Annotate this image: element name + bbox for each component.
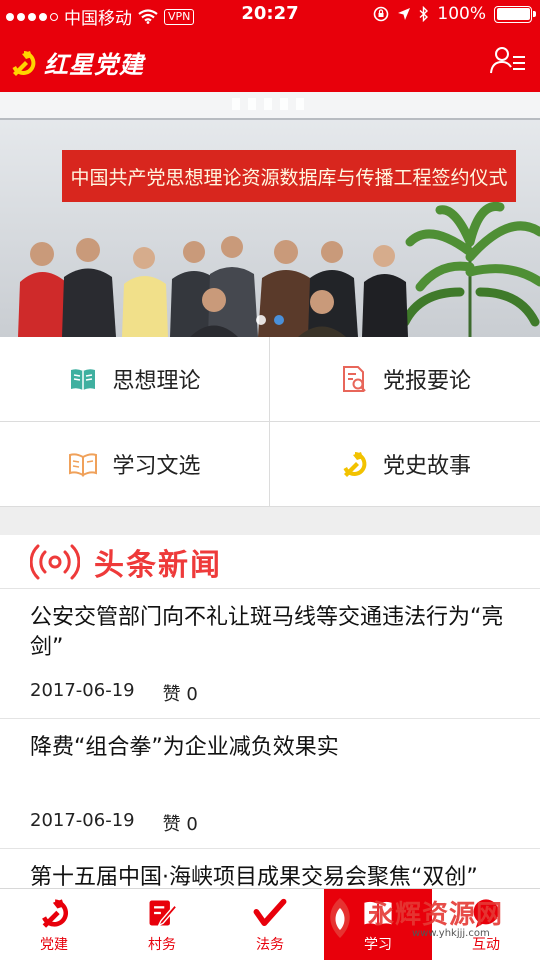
banner-photo: 中国共产党思想理论资源数据库与传播工程签约仪式 (0, 92, 540, 337)
category-theory[interactable]: 思想理论 (0, 337, 270, 422)
news-date: 2017-06-19 (30, 680, 135, 701)
battery-icon (494, 5, 536, 23)
book-icon (71, 369, 96, 390)
headline-news-header: 头条新闻 (0, 535, 540, 589)
banner-sign-text: 中国共产党思想理论资源数据库与传播工程签约仪式 (70, 167, 507, 189)
open-book-icon (69, 453, 98, 477)
tab-party-building[interactable]: 党建 (0, 889, 108, 960)
news-meta: 2017-06-19 赞 0 (30, 810, 198, 836)
party-emblem-icon (343, 452, 367, 477)
carousel-dots[interactable] (0, 315, 540, 325)
news-likes[interactable]: 赞 0 (163, 810, 198, 836)
news-meta: 2017-06-19 赞 0 (30, 680, 198, 706)
edit-note-icon (149, 900, 178, 927)
tab-label: 法务 (256, 937, 284, 953)
app-title: 红星党建 (44, 51, 144, 79)
document-search-icon (342, 366, 366, 392)
category-label: 党史故事 (382, 454, 471, 479)
carousel-dot-active[interactable] (274, 315, 284, 325)
news-date: 2017-06-19 (30, 810, 135, 831)
tab-label: 学习 (364, 937, 392, 953)
chat-icon (473, 899, 499, 928)
tab-label: 村务 (148, 937, 176, 953)
news-likes[interactable]: 赞 0 (163, 680, 198, 706)
category-party-papers[interactable]: 党报要论 (270, 337, 540, 422)
tab-interaction[interactable]: 互动 (432, 889, 540, 960)
user-menu-icon[interactable] (490, 44, 526, 76)
carousel-dot[interactable] (256, 315, 266, 325)
category-study-selection[interactable]: 学习文选 (0, 422, 270, 507)
news-item[interactable]: 公安交管部门向不礼让斑马线等交通违法行为“亮剑” 2017-06-19 赞 0 (0, 589, 540, 719)
headline-news-title: 头条新闻 (94, 547, 222, 583)
orientation-lock-icon (374, 6, 389, 22)
category-label: 党报要论 (382, 369, 471, 394)
bottom-tab-bar: 党建 村务 法务 学习 互动 (0, 888, 540, 960)
party-emblem-icon (42, 899, 69, 928)
section-divider (0, 507, 540, 535)
battery-fill (496, 8, 530, 20)
study-icon (364, 901, 392, 926)
category-label: 学习文选 (112, 454, 201, 479)
tab-study[interactable]: 学习 (324, 889, 432, 960)
news-title: 降费“组合拳”为企业减负效果实 (30, 735, 339, 760)
gavel-icon (253, 898, 287, 927)
tab-label: 党建 (40, 937, 68, 953)
status-bar: 中国移动 VPN 20:27 100% (0, 0, 540, 30)
category-grid: 思想理论 党报要论 学习文选 党史故事 (0, 337, 540, 507)
news-item[interactable]: 降费“组合拳”为企业减负效果实 2017-06-19 赞 0 (0, 719, 540, 849)
news-title: 公安交管部门向不礼让斑马线等交通违法行为“亮剑” (30, 605, 504, 660)
status-right: 100% (373, 4, 536, 24)
tab-label: 互动 (472, 937, 500, 953)
app-logo: 红星党建 (8, 45, 144, 80)
app-header: 红星党建 (0, 30, 540, 92)
location-icon (398, 8, 411, 20)
tab-village-affairs[interactable]: 村务 (108, 889, 216, 960)
bluetooth-icon (419, 6, 429, 22)
battery-percent: 100% (437, 4, 486, 24)
category-party-history[interactable]: 党史故事 (270, 422, 540, 507)
category-label: 思想理论 (112, 369, 201, 394)
broadcast-icon (30, 544, 80, 579)
banner-carousel[interactable]: 中国共产党思想理论资源数据库与传播工程签约仪式 (0, 92, 540, 337)
party-emblem-icon (12, 50, 36, 76)
tab-legal-affairs[interactable]: 法务 (216, 889, 324, 960)
